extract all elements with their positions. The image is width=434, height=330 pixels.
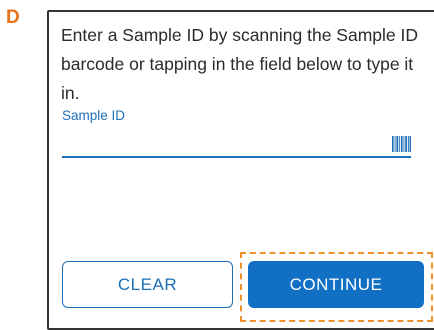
continue-button[interactable]: CONTINUE <box>248 261 424 308</box>
instruction-text: Enter a Sample ID by scanning the Sample… <box>61 25 418 103</box>
clear-button[interactable]: CLEAR <box>62 261 233 308</box>
barcode-icon[interactable] <box>392 136 411 152</box>
sample-id-input[interactable] <box>62 128 411 158</box>
panel-letter: D <box>6 7 20 28</box>
sample-id-label: Sample ID <box>62 108 126 123</box>
